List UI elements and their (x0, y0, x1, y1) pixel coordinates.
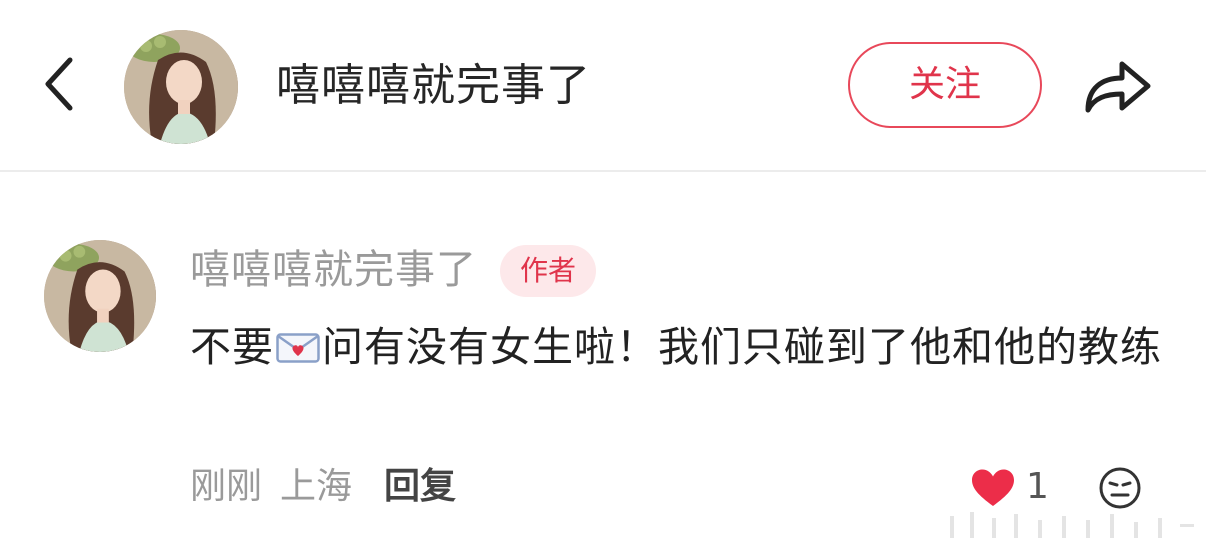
watermark-logo (950, 512, 1194, 538)
comment-time: 刚刚 (190, 466, 263, 507)
comment-location: 上海 (280, 466, 353, 507)
page-title: 嘻嘻嘻就完事了 (276, 60, 591, 111)
comment-page: 嘻嘻嘻就完事了 关注 嘻嘻嘻就完事了 作者 不要 问有没有女生啦！我们只碰到了他和… (0, 0, 1206, 555)
love-letter-icon (276, 333, 320, 363)
like-count: 1 (1026, 466, 1049, 507)
comment-avatar[interactable] (44, 240, 156, 352)
comment-text-end: 问有没有女生啦！我们只碰到了他和他的教练 (322, 323, 1162, 371)
comment-text-start: 不要 (190, 323, 274, 371)
top-bar: 嘻嘻嘻就完事了 关注 (0, 0, 1206, 172)
share-arrow-icon[interactable] (1082, 52, 1156, 118)
follow-button[interactable]: 关注 (848, 42, 1042, 128)
author-badge: 作者 (500, 245, 596, 297)
neutral-face-icon[interactable] (1098, 466, 1142, 510)
reply-button[interactable]: 回复 (384, 460, 456, 514)
comment-body: 不要 问有没有女生啦！我们只碰到了他和他的教练 (190, 314, 1170, 380)
avatar-photo (124, 30, 238, 144)
avatar-photo (44, 240, 156, 352)
heart-icon[interactable] (970, 468, 1016, 508)
comment-author-name[interactable]: 嘻嘻嘻就完事了 (190, 241, 477, 299)
chevron-left-icon[interactable] (38, 52, 82, 116)
avatar[interactable] (124, 30, 238, 144)
